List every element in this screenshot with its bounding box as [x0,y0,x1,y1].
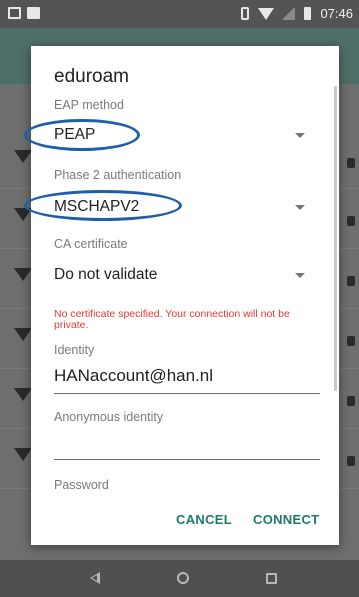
status-bar-right: 07:46 [241,6,353,21]
lock-icon [347,216,355,226]
lock-icon [347,336,355,346]
lock-icon [347,456,355,466]
password-label: Password [54,478,109,492]
ca-certificate-select[interactable]: Do not validate [31,256,339,286]
certificate-warning: No certificate specified. Your connectio… [54,308,290,331]
annotation-oval-eap [24,119,140,151]
back-icon[interactable] [90,572,100,584]
battery-icon [304,7,312,20]
identity-value: HANaccount@han.nl [54,366,214,385]
anonymous-identity-field[interactable] [31,428,339,464]
connect-button[interactable]: CONNECT [253,512,319,527]
recents-icon[interactable] [266,573,277,584]
dialog-title: eduroam [54,66,129,87]
status-bar: 07:46 [0,0,359,28]
eap-method-label: EAP method [54,98,124,112]
no-signal-icon [283,7,296,20]
wifi-icon [258,7,275,20]
chevron-down-icon [295,273,305,278]
anonymous-identity-underline [54,459,320,460]
image-icon [27,7,40,19]
status-time: 07:46 [320,6,353,21]
lock-icon [347,396,355,406]
mail-icon [8,7,21,19]
anonymous-identity-label: Anonymous identity [54,410,164,424]
status-bar-left [8,7,40,19]
annotation-oval-phase2 [24,190,182,221]
home-icon[interactable] [177,572,189,584]
ca-certificate-label: CA certificate [54,237,128,251]
wifi-icon [14,448,32,461]
lock-icon [347,276,355,286]
navigation-bar [0,560,359,597]
identity-field[interactable]: HANaccount@han.nl [31,360,339,396]
identity-label: Identity [54,343,95,357]
wifi-icon [14,328,32,341]
wifi-icon [14,268,32,281]
phase2-label: Phase 2 authentication [54,168,182,182]
dialog-scrollbar[interactable] [334,86,337,391]
identity-underline [54,393,320,394]
chevron-down-icon [295,205,305,210]
chevron-down-icon [295,133,305,138]
vibrate-icon [241,7,250,20]
wifi-icon [14,388,32,401]
wifi-icon [14,150,32,163]
lock-icon [347,158,355,168]
ca-certificate-value: Do not validate [54,266,158,283]
cancel-button[interactable]: CANCEL [176,512,232,527]
